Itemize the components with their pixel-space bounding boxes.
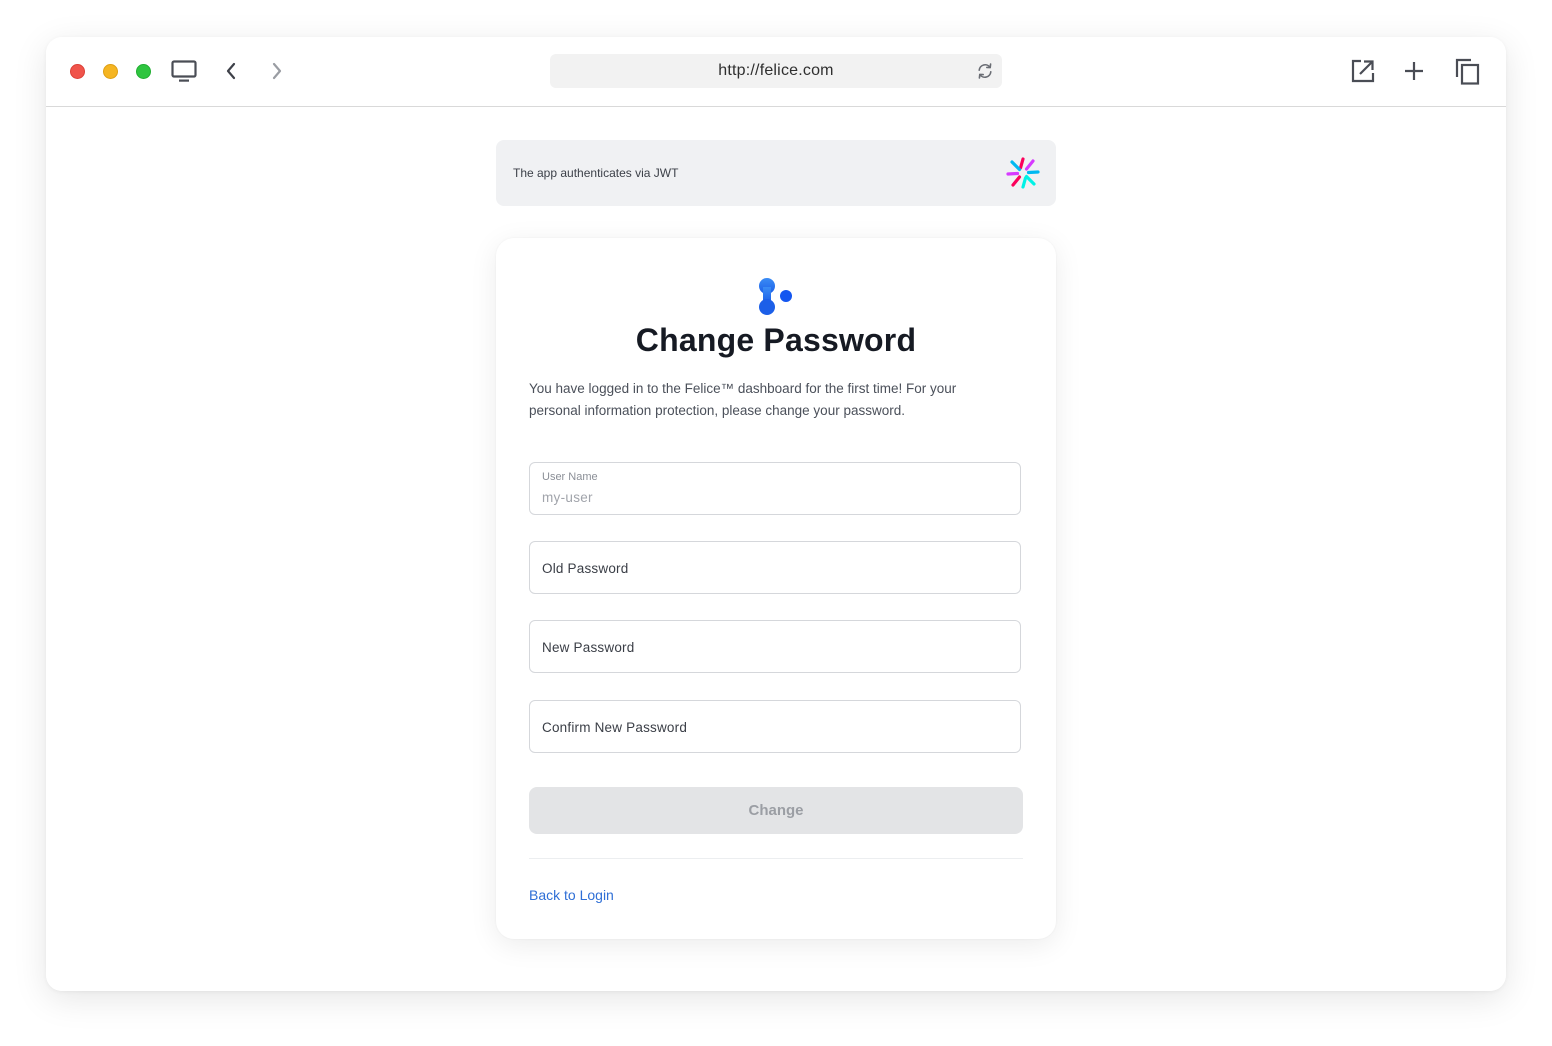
felice-logo-icon xyxy=(758,277,794,317)
back-arrow-icon[interactable] xyxy=(222,61,240,81)
browser-toolbar: http://felice.com xyxy=(46,37,1506,107)
username-input[interactable] xyxy=(542,490,1002,505)
monitor-icon[interactable] xyxy=(170,59,197,83)
reload-icon[interactable] xyxy=(976,62,994,80)
open-external-icon[interactable] xyxy=(1351,59,1375,83)
back-to-login-link[interactable]: Back to Login xyxy=(529,887,614,903)
address-bar[interactable]: http://felice.com xyxy=(550,54,1002,88)
username-label: User Name xyxy=(542,471,598,483)
confirm-password-field[interactable]: Confirm New Password xyxy=(529,700,1021,753)
jwt-logo-icon xyxy=(1006,157,1040,189)
page-title: Change Password xyxy=(635,322,917,358)
new-password-placeholder: New Password xyxy=(542,640,635,655)
old-password-placeholder: Old Password xyxy=(542,561,629,576)
new-tab-icon[interactable] xyxy=(1404,61,1424,81)
page-description: You have logged in to the Felice™ dashbo… xyxy=(529,381,957,418)
username-field[interactable]: User Name xyxy=(529,462,1021,515)
divider xyxy=(529,858,1023,859)
confirm-password-placeholder: Confirm New Password xyxy=(542,720,688,735)
change-password-card: Change Password You have logged in to th… xyxy=(496,238,1056,939)
change-button[interactable]: Change xyxy=(529,787,1023,834)
forward-arrow-icon[interactable] xyxy=(268,61,286,81)
maximize-dot[interactable] xyxy=(136,64,151,79)
browser-window: http://felice.com The app authenticates … xyxy=(46,37,1506,991)
jwt-banner: The app authenticates via JWT xyxy=(496,140,1056,206)
close-dot[interactable] xyxy=(70,64,85,79)
minimize-dot[interactable] xyxy=(103,64,118,79)
page-content: The app authenticates via JWT Change Pas… xyxy=(46,107,1506,991)
old-password-field[interactable]: Old Password xyxy=(529,541,1021,594)
new-password-field[interactable]: New Password xyxy=(529,620,1021,673)
url-text: http://felice.com xyxy=(718,62,834,79)
jwt-banner-text: The app authenticates via JWT xyxy=(513,166,679,180)
copy-icon[interactable] xyxy=(1455,58,1480,85)
